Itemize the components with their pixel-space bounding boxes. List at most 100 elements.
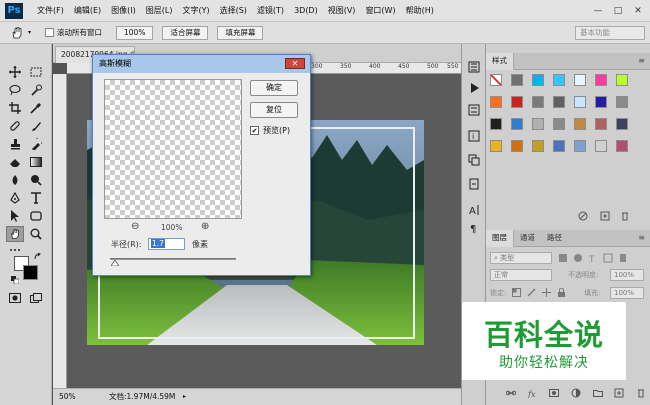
menu-layer[interactable]: 图层(L) — [146, 5, 173, 16]
clone-stamp-tool-icon[interactable] — [6, 136, 24, 152]
clear-style-icon[interactable] — [578, 211, 588, 221]
style-swatch[interactable] — [532, 140, 544, 152]
menu-view[interactable]: 视图(V) — [328, 5, 356, 16]
eraser-tool-icon[interactable] — [6, 154, 24, 170]
style-swatch[interactable] — [616, 74, 628, 86]
style-swatch[interactable] — [553, 118, 565, 130]
dialog-close-button[interactable]: ✕ — [285, 58, 305, 69]
zoom-level[interactable]: 50% — [59, 389, 76, 405]
style-swatch[interactable] — [574, 118, 586, 130]
layers-menu-icon[interactable]: ≡ — [638, 230, 650, 246]
menu-help[interactable]: 帮助(H) — [406, 5, 434, 16]
delete-style-icon[interactable] — [620, 211, 630, 221]
fit-screen-button[interactable]: 适合屏幕 — [162, 25, 209, 40]
layer-filter-kind[interactable]: ⌕ 类型 — [490, 252, 552, 264]
close-button[interactable]: ✕ — [632, 5, 644, 17]
paragraph-panel-icon[interactable]: ¶ — [468, 222, 480, 234]
paths-tab[interactable]: 路径 — [541, 230, 568, 247]
history-panel-icon[interactable] — [468, 61, 480, 73]
style-swatch[interactable] — [574, 96, 586, 108]
style-swatch[interactable] — [616, 118, 628, 130]
info-panel-icon[interactable]: i — [468, 130, 480, 142]
blend-mode-select[interactable]: 正常 — [490, 269, 552, 281]
style-swatch[interactable] — [553, 140, 565, 152]
style-swatch[interactable] — [616, 140, 628, 152]
fill-screen-button[interactable]: 填充屏幕 — [217, 25, 264, 40]
menu-select[interactable]: 选择(S) — [220, 5, 247, 16]
style-swatch[interactable] — [490, 118, 502, 130]
menu-edit[interactable]: 编辑(E) — [74, 5, 101, 16]
eyedropper-tool-icon[interactable] — [27, 100, 45, 116]
preview-checkbox[interactable]: ✔ — [250, 126, 259, 135]
filter-adjust-icon[interactable] — [573, 253, 583, 263]
delete-layer-icon[interactable] — [636, 388, 646, 398]
minimize-button[interactable]: — — [592, 5, 604, 17]
lock-position-icon[interactable] — [542, 288, 551, 297]
crop-tool-icon[interactable] — [6, 100, 24, 116]
new-style-icon[interactable] — [600, 211, 610, 221]
swap-colors-icon[interactable] — [34, 253, 42, 261]
style-swatch[interactable] — [511, 74, 523, 86]
style-swatch[interactable] — [574, 74, 586, 86]
default-colors-icon[interactable] — [11, 276, 19, 284]
style-swatch[interactable] — [595, 74, 607, 86]
path-selection-tool-icon[interactable] — [6, 208, 24, 224]
quick-mask-icon[interactable] — [6, 290, 24, 306]
lock-transparent-icon[interactable] — [512, 288, 521, 297]
new-layer-icon[interactable] — [614, 388, 624, 398]
healing-brush-tool-icon[interactable] — [6, 118, 24, 134]
properties-panel-icon[interactable] — [468, 104, 480, 116]
shape-tool-icon[interactable] — [27, 208, 45, 224]
style-swatch[interactable] — [595, 140, 607, 152]
background-color-swatch[interactable] — [23, 265, 38, 280]
style-swatch[interactable] — [553, 74, 565, 86]
lasso-tool-icon[interactable] — [6, 82, 24, 98]
zoom-100-button[interactable]: 100% — [116, 25, 154, 40]
zoom-in-icon[interactable]: ⊕ — [201, 221, 209, 232]
style-swatch[interactable] — [490, 96, 502, 108]
screen-mode-icon[interactable] — [27, 290, 45, 306]
new-group-icon[interactable] — [592, 388, 603, 398]
filter-shape-icon[interactable] — [603, 253, 613, 263]
ok-button[interactable]: 确定 — [250, 80, 298, 96]
styles-tab[interactable]: 样式 — [486, 53, 514, 70]
no-style-swatch[interactable] — [490, 74, 502, 86]
style-swatch[interactable] — [511, 118, 523, 130]
radius-slider-thumb[interactable] — [111, 260, 120, 266]
layer-style-fx-icon[interactable]: fx — [528, 388, 538, 398]
menu-window[interactable]: 窗口(W) — [365, 5, 395, 16]
workspace-select[interactable]: 基本功能 — [575, 26, 645, 40]
menu-type[interactable]: 文字(Y) — [182, 5, 209, 16]
gradient-tool-icon[interactable] — [27, 154, 45, 170]
link-layers-icon[interactable] — [506, 388, 516, 398]
quick-selection-tool-icon[interactable] — [27, 82, 45, 98]
blur-tool-icon[interactable] — [6, 172, 24, 188]
style-swatch[interactable] — [511, 96, 523, 108]
style-swatch[interactable] — [532, 74, 544, 86]
style-swatch[interactable] — [490, 140, 502, 152]
menu-image[interactable]: 图像(I) — [111, 5, 136, 16]
maximize-button[interactable]: □ — [612, 5, 624, 17]
zoom-tool-icon[interactable] — [27, 226, 45, 242]
radius-slider[interactable] — [110, 258, 236, 260]
menu-file[interactable]: 文件(F) — [37, 5, 64, 16]
style-swatch[interactable] — [511, 140, 523, 152]
status-arrow-icon[interactable]: ▸ — [183, 389, 186, 405]
blur-preview[interactable] — [104, 79, 242, 219]
style-swatch[interactable] — [553, 96, 565, 108]
reset-button[interactable]: 复位 — [250, 102, 298, 118]
history-brush-tool-icon[interactable] — [27, 136, 45, 152]
dodge-tool-icon[interactable] — [27, 172, 45, 188]
character-panel-icon[interactable]: A — [468, 204, 480, 216]
tool-preset-chevron-icon[interactable]: ▾ — [28, 29, 31, 36]
add-mask-icon[interactable] — [549, 388, 560, 398]
pen-tool-icon[interactable] — [6, 190, 24, 206]
lock-all-icon[interactable] — [557, 288, 566, 297]
fill-field[interactable]: 100% — [610, 287, 644, 299]
lock-pixels-icon[interactable] — [527, 288, 536, 297]
tool-presets-icon[interactable] — [468, 178, 480, 190]
menu-3d[interactable]: 3D(D) — [294, 6, 318, 15]
style-swatch[interactable] — [532, 96, 544, 108]
layers-tab[interactable]: 图层 — [486, 230, 514, 247]
filter-type-icon[interactable]: T — [588, 253, 598, 263]
